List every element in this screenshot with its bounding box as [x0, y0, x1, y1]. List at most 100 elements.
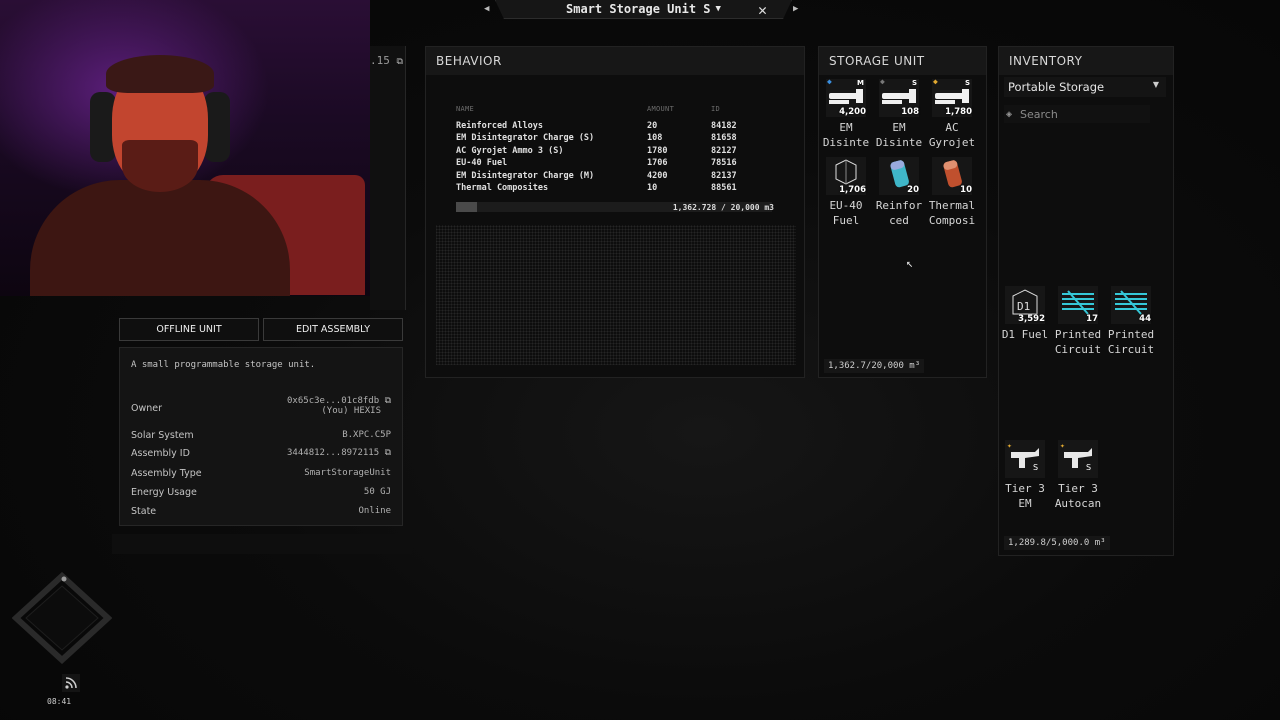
info-row-assembly-type: Assembly Type SmartStorageUnit [131, 468, 391, 479]
item-name: EU-40 Fuel [829, 199, 863, 227]
layers-icon: ◈ [1006, 108, 1013, 120]
item-name: Printed Circuit [1054, 328, 1102, 356]
stub-value: .15 ⧉ [370, 54, 403, 67]
svg-text:✦: ✦ [1007, 441, 1012, 450]
column-header-amount: AMOUNT [647, 105, 675, 113]
map-noise-background [436, 225, 796, 365]
row-id: 82127 [711, 145, 737, 156]
compass-icon[interactable] [12, 572, 112, 664]
svg-text:D1: D1 [1017, 300, 1030, 313]
row-id: 88561 [711, 183, 737, 193]
rarity-dot-icon: ◆ [933, 77, 938, 86]
printed-circuit-icon: 44 [1111, 286, 1151, 324]
row-id: 81658 [711, 133, 737, 144]
prev-unit-icon[interactable]: ◀ [484, 4, 489, 14]
item-tile[interactable]: 1,706 EU-40 Fuel [821, 157, 871, 228]
row-amount: 1780 [647, 145, 668, 156]
left-panel-stub [370, 46, 406, 310]
item-tile[interactable]: D1 3,592 D1 Fuel [1000, 286, 1050, 342]
item-count: 1,706 [839, 185, 866, 195]
svg-text:S: S [1086, 463, 1091, 472]
inventory-header: INVENTORY [999, 47, 1173, 75]
behavior-capacity-fill [456, 202, 478, 212]
offline-unit-button[interactable]: OFFLINE UNIT [119, 318, 259, 341]
item-count: 17 [1086, 314, 1098, 324]
rarity-dot-icon: ◆ [880, 77, 885, 86]
close-icon[interactable]: ✕ [758, 1, 767, 19]
item-tile[interactable]: 20 Reinfor ced [874, 157, 924, 228]
item-name: EM Disinte [822, 121, 870, 149]
assembly-description: A small programmable storage unit. [131, 360, 316, 370]
inventory-source-select[interactable]: Portable Storage ▼ [1004, 77, 1166, 97]
chevron-down-icon[interactable]: ▼ [716, 4, 721, 14]
search-input[interactable] [1018, 106, 1133, 122]
row-amount: 108 [647, 133, 663, 144]
edit-assembly-button[interactable]: EDIT ASSEMBLY [263, 318, 403, 341]
chevron-down-icon: ▼ [1152, 80, 1159, 89]
row-name: Reinforced Alloys [456, 121, 543, 131]
hud-clock: 08:41 [47, 697, 72, 706]
row-id: 82137 [711, 170, 737, 181]
item-name: Printed Circuit [1107, 328, 1155, 356]
rss-icon[interactable] [62, 674, 80, 692]
storage-unit-panel: STORAGE UNIT ◆ M 4,200 EM Disinte ◆ S 108 EM Di… [818, 46, 987, 378]
window-title: Smart Storage Unit S [566, 2, 711, 16]
thermal-composite-icon: 10 [932, 157, 972, 195]
item-tile[interactable]: 17 Printed Circuit [1053, 286, 1103, 357]
row-name: EM Disintegrator Charge (M) [456, 170, 595, 181]
item-tile[interactable]: ◆ S 108 EM Disinte [874, 77, 924, 150]
assembly-info-panel: A small programmable storage unit. Owner… [119, 347, 403, 526]
tier3-em-icon: S ✦ [1005, 440, 1045, 478]
next-unit-icon[interactable]: ▶ [793, 4, 798, 14]
item-name: Tier 3 EM [1005, 482, 1045, 510]
row-id: 78516 [711, 158, 737, 169]
item-tile[interactable]: S ✦ Tier 3 Autocan [1053, 440, 1103, 511]
item-name: Tier 3 Autocan [1054, 482, 1102, 510]
rarity-dot-icon: ◆ [827, 77, 832, 86]
svg-text:S: S [1033, 463, 1038, 472]
column-header-name: NAME [456, 105, 475, 113]
item-tile[interactable]: ◆ S 1,780 AC Gyrojet [927, 77, 977, 150]
copy-icon[interactable]: ⧉ [385, 396, 391, 406]
item-tile[interactable]: 10 Thermal Composi [927, 157, 977, 228]
d1-fuel-icon: D1 3,592 [1005, 286, 1045, 324]
item-name: Reinfor ced [875, 199, 923, 227]
item-name: EM Disinte [875, 121, 923, 149]
copy-icon[interactable]: ⧉ [397, 57, 403, 67]
item-count: 10 [960, 185, 972, 195]
item-count: 20 [907, 185, 919, 195]
mouse-cursor-icon: ↖ [906, 256, 914, 270]
item-count: 44 [1139, 314, 1151, 324]
window-title-bar: Smart Storage Unit S ▼ [495, 0, 792, 19]
item-name: AC Gyrojet [928, 121, 976, 149]
item-size: M [857, 79, 864, 87]
row-amount: 20 [647, 121, 658, 131]
item-name: Thermal Composi [928, 199, 976, 227]
copy-icon[interactable]: ⧉ [385, 448, 391, 458]
item-tile[interactable]: S ✦ Tier 3 EM [1000, 440, 1050, 511]
row-name: EM Disintegrator Charge (S) [456, 133, 595, 144]
row-amount: 1706 [647, 158, 668, 169]
row-amount: 4200 [647, 170, 668, 181]
storage-unit-header: STORAGE UNIT [819, 47, 986, 75]
item-tile[interactable]: ◆ M 4,200 EM Disinte [821, 77, 871, 150]
item-count: 4,200 [839, 107, 866, 117]
behavior-panel: BEHAVIOR NAME AMOUNT ID Reinforced Alloy… [425, 46, 805, 378]
info-footer-strip [112, 534, 412, 554]
info-row-solar-system: Solar System B.XPC.C5P [131, 430, 391, 441]
row-name: EU-40 Fuel [456, 158, 508, 169]
svg-text:✦: ✦ [1060, 441, 1065, 450]
inventory-search[interactable]: ◈ [1004, 105, 1150, 123]
item-count: 3,592 [1018, 314, 1045, 324]
tier3-autocannon-icon: S ✦ [1058, 440, 1098, 478]
info-value: 0x65c3e...01c8fdb ⧉ (You) HEXIS [287, 396, 391, 416]
info-label: Owner [131, 403, 163, 414]
printed-circuit-icon: 17 [1058, 286, 1098, 324]
item-tile[interactable]: 44 Printed Circuit [1106, 286, 1156, 357]
info-row-state: State Online [131, 506, 391, 517]
reinforced-alloy-icon: 20 [879, 157, 919, 195]
item-count: 1,780 [945, 107, 972, 117]
fuel-icon: 1,706 [826, 157, 866, 195]
info-row-energy-usage: Energy Usage 50 GJ [131, 487, 391, 498]
inventory-source-value: Portable Storage [1008, 80, 1105, 94]
